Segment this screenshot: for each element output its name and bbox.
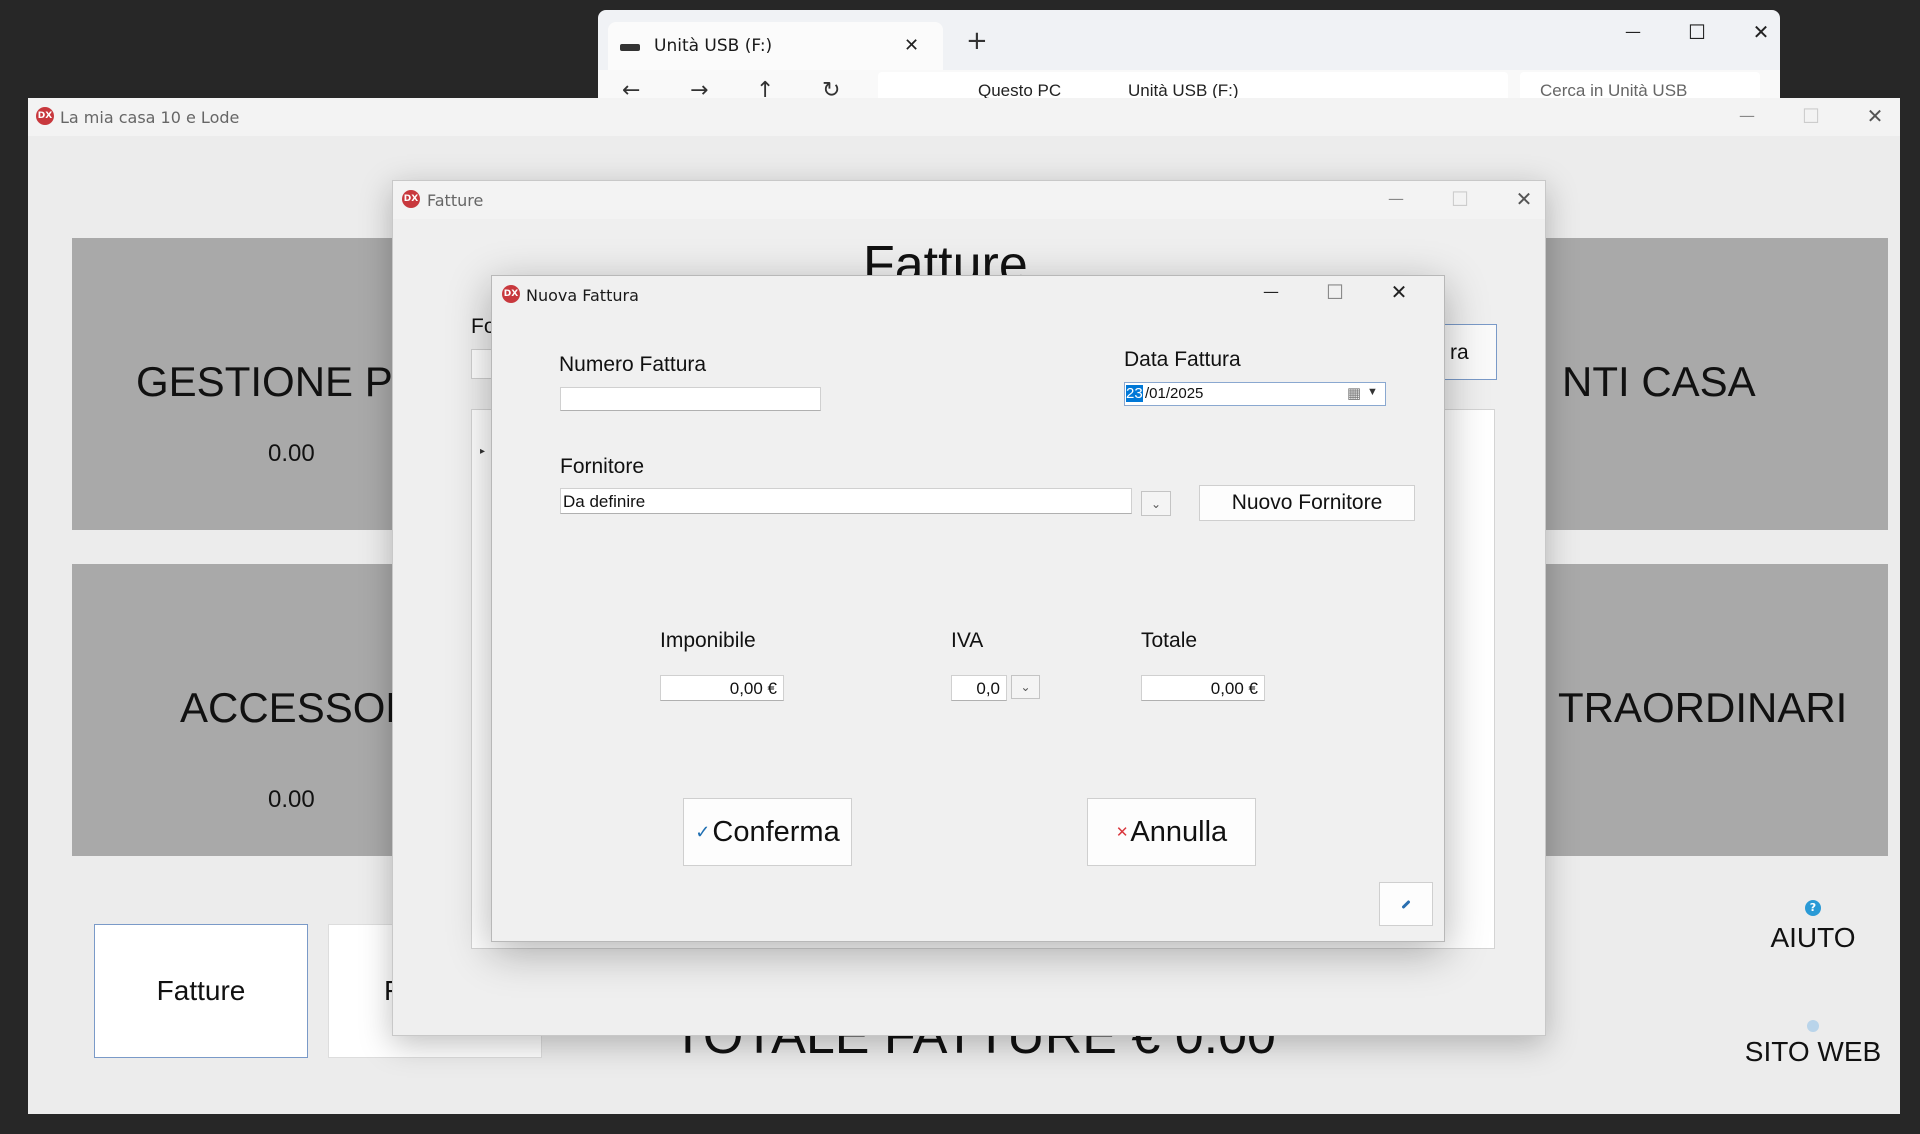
close-tab-icon[interactable]: ✕ <box>904 35 919 56</box>
explorer-tab-title: Unità USB (F:) <box>654 36 773 56</box>
explorer-search-input[interactable]: Cerca in Unità USB <box>1520 72 1760 100</box>
main-close-icon[interactable]: ✕ <box>1860 106 1890 126</box>
main-window-title: La mia casa 10 e Lode <box>60 108 240 127</box>
calendar-icon[interactable]: ▦ <box>1347 384 1361 402</box>
tile-straordinari-title: TRAORDINARI <box>1558 684 1848 731</box>
drive-icon <box>620 44 640 51</box>
totale-label: Totale <box>1141 629 1198 652</box>
numero-fattura-label: Numero Fattura <box>559 353 707 376</box>
tile-gestione-value: 0.00 <box>268 440 315 467</box>
date-rest: /01/2025 <box>1145 385 1204 402</box>
tile-impianti-casa[interactable]: NTI CASA <box>1538 238 1888 530</box>
help-link[interactable]: AIUTO <box>1748 922 1878 954</box>
dialog-title: Nuova Fattura <box>526 286 639 305</box>
iva-label: IVA <box>951 629 984 652</box>
fatture-close-icon[interactable]: ✕ <box>1509 189 1539 209</box>
tile-accessori[interactable]: ACCESSORI 0.00 <box>72 564 432 856</box>
tile-straordinari[interactable]: TRAORDINARI <box>1538 564 1888 856</box>
help-icon[interactable]: ? <box>1805 900 1821 916</box>
fatture-titlebar: DX Fatture — ☐ ✕ <box>393 181 1545 219</box>
fatture-window-title: Fatture <box>427 191 484 210</box>
explorer-tab[interactable]: Unità USB (F:) ✕ <box>608 22 943 70</box>
explorer-minimize-icon[interactable]: — <box>1618 22 1648 42</box>
conferma-label: Conferma <box>712 815 840 848</box>
fornitore-label: Fornitore <box>560 455 645 478</box>
iva-dropdown-button[interactable]: ⌄ <box>1011 675 1040 699</box>
new-tab-icon[interactable]: + <box>966 28 988 54</box>
fatture-maximize-icon[interactable]: ☐ <box>1445 189 1475 209</box>
address-bar[interactable]: Questo PC Unità USB (F:) <box>878 72 1508 100</box>
tile-accessori-value: 0.00 <box>268 786 315 813</box>
website-link[interactable]: SITO WEB <box>1738 1036 1888 1068</box>
tile-accessori-title: ACCESSORI <box>180 684 428 731</box>
iva-input[interactable]: 0,0 <box>951 675 1007 701</box>
annulla-label: Annulla <box>1130 815 1228 848</box>
main-maximize-icon[interactable]: ☐ <box>1796 106 1826 126</box>
date-dropdown-icon[interactable]: ▼ <box>1367 386 1378 398</box>
fornitore-value: Da definire <box>563 492 646 511</box>
search-button-label: ra <box>1450 341 1469 364</box>
explorer-window: Unità USB (F:) ✕ + — ☐ ✕ ← → ↑ ↻ Questo … <box>598 10 1780 100</box>
up-arrow-icon[interactable]: ↑ <box>756 78 774 100</box>
main-minimize-icon[interactable]: — <box>1732 106 1762 126</box>
dialog-maximize-icon[interactable]: ☐ <box>1320 282 1350 302</box>
imponibile-input[interactable]: 0,00 € <box>660 675 784 701</box>
fornitore-select[interactable]: Da definire <box>560 488 1132 514</box>
data-fattura-label: Data Fattura <box>1124 348 1241 371</box>
explorer-maximize-icon[interactable]: ☐ <box>1682 22 1712 42</box>
explorer-close-icon[interactable]: ✕ <box>1746 22 1776 42</box>
data-fattura-input[interactable]: 23 /01/2025 ▦ ▼ <box>1124 382 1386 406</box>
imponibile-label: Imponibile <box>660 629 756 652</box>
conferma-button[interactable]: ✓ Conferma <box>683 798 852 866</box>
settings-wrench-button[interactable] <box>1379 882 1433 926</box>
nuovo-fornitore-button[interactable]: Nuovo Fornitore <box>1199 485 1415 521</box>
nuova-fattura-dialog: DX Nuova Fattura — ☐ ✕ Numero Fattura Da… <box>491 275 1445 942</box>
tile-impianti-title: NTI CASA <box>1562 358 1756 405</box>
app-logo-icon: DX <box>502 285 520 303</box>
forward-arrow-icon[interactable]: → <box>690 78 708 100</box>
tile-gestione-title: GESTIONE PR <box>136 358 424 405</box>
chevron-down-icon: ⌄ <box>1020 680 1031 694</box>
fatture-minimize-icon[interactable]: — <box>1381 189 1411 209</box>
second-section-label: F <box>329 975 401 1007</box>
date-day-selected: 23 <box>1126 385 1143 402</box>
tile-gestione[interactable]: GESTIONE PR 0.00 <box>72 238 432 530</box>
dialog-minimize-icon[interactable]: — <box>1256 282 1286 302</box>
main-titlebar: DX La mia casa 10 e Lode — ☐ ✕ <box>28 98 1900 136</box>
chevron-down-icon: ⌄ <box>1150 496 1162 511</box>
app-logo-icon: DX <box>402 190 420 208</box>
website-icon[interactable] <box>1807 1020 1819 1032</box>
app-logo-icon: DX <box>36 107 54 125</box>
x-mark-icon: ✕ <box>1115 824 1129 841</box>
dialog-close-icon[interactable]: ✕ <box>1384 282 1414 302</box>
refresh-icon[interactable]: ↻ <box>822 78 840 100</box>
row-indicator-icon: ▸ <box>480 446 486 457</box>
numero-fattura-input[interactable] <box>560 387 821 411</box>
explorer-navbar: ← → ↑ ↻ Questo PC Unità USB (F:) Cerca i… <box>598 70 1780 100</box>
fatture-button[interactable]: Fatture <box>94 924 308 1058</box>
fornitore-dropdown-button[interactable]: ⌄ <box>1141 491 1171 516</box>
back-arrow-icon[interactable]: ← <box>622 78 640 100</box>
wrench-icon <box>1401 899 1411 909</box>
check-icon: ✓ <box>695 821 711 842</box>
annulla-button[interactable]: ✕ Annulla <box>1087 798 1256 866</box>
totale-input[interactable]: 0,00 € <box>1141 675 1265 701</box>
